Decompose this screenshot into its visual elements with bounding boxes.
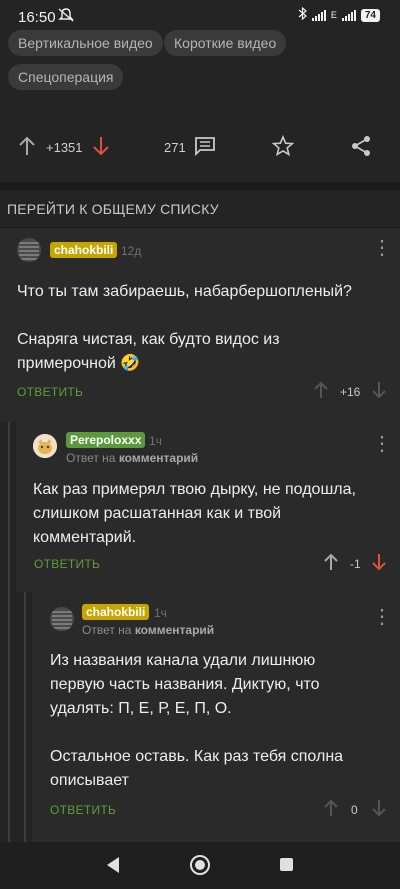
comment-username[interactable]: chahokbili	[50, 242, 118, 258]
upvote-icon[interactable]	[314, 381, 328, 404]
downvote-icon[interactable]	[372, 553, 386, 576]
comment-line: Снаряга чистая, как будто видос из	[17, 331, 280, 348]
reply-to-link[interactable]: комментарий	[119, 451, 198, 465]
comment-line: примерочной 🤣	[17, 355, 141, 372]
reply-button[interactable]: ОТВЕТИТЬ	[34, 557, 100, 571]
downvote-icon[interactable]	[372, 799, 386, 822]
upvote-icon[interactable]	[18, 136, 36, 161]
bluetooth-icon	[298, 6, 307, 23]
home-icon[interactable]	[189, 854, 211, 881]
section-divider	[0, 182, 400, 190]
post-action-bar: +1351 271	[0, 124, 400, 168]
tag-special-operation[interactable]: Спецоперация	[8, 64, 124, 90]
thread-line	[8, 422, 10, 842]
reply-to-link[interactable]: комментарий	[135, 623, 214, 637]
comment-time: 1ч	[149, 434, 162, 448]
comment-2: Perepoloxxx 1ч Ответ на комментарий ⋮ Ка…	[16, 422, 400, 592]
comment-username[interactable]: chahokbili	[82, 604, 150, 620]
comments-icon[interactable]	[194, 136, 216, 161]
signal-icon	[311, 9, 326, 21]
comment-line: Как раз примерял твою дырку, не подошла,	[33, 481, 356, 498]
share-icon[interactable]	[350, 135, 372, 162]
status-bar: 16:50 E 74	[0, 0, 400, 28]
tag-short-videos[interactable]: Короткие видео	[164, 30, 287, 56]
reply-to: Ответ на комментарий	[82, 623, 214, 637]
more-options-icon[interactable]: ⋮	[372, 238, 392, 258]
upvote-icon[interactable]	[324, 799, 338, 822]
comment-line: описывает	[50, 772, 129, 789]
battery-indicator: 74	[360, 8, 380, 22]
network-type: E	[330, 10, 337, 20]
tag-vertical-video[interactable]: Вертикальное видео	[8, 30, 163, 56]
avatar[interactable]	[17, 238, 41, 262]
comment-text: Что ты там забираешь, набарбершопленый? …	[17, 280, 387, 376]
comment-line: удалять: П, Е, Р, Е, П, О.	[50, 700, 232, 717]
more-options-icon[interactable]: ⋮	[372, 434, 392, 454]
comment-rating: -1	[350, 557, 361, 571]
avatar[interactable]	[50, 607, 74, 631]
signal-icon-2	[341, 9, 356, 21]
downvote-icon[interactable]	[372, 381, 386, 404]
recents-icon[interactable]	[279, 857, 294, 877]
comment-text: Из названия канала удали лишнюю первую ч…	[50, 649, 390, 793]
comment-line: Что ты там забираешь, набарбершопленый?	[17, 283, 352, 300]
mute-icon	[58, 8, 74, 25]
comment-line: первую часть названия. Диктую, что	[50, 676, 320, 693]
comment-line: комментарий.	[33, 529, 137, 546]
back-icon[interactable]	[105, 856, 121, 879]
comment-rating: 0	[351, 803, 358, 817]
comment-line: слишком расшатанная как и твой	[33, 505, 282, 522]
comments-count: 271	[164, 140, 186, 155]
downvote-icon[interactable]	[92, 136, 110, 161]
system-nav-bar	[0, 842, 400, 889]
comment-time: 1ч	[154, 606, 167, 620]
comment-line: Из названия канала удали лишнюю	[50, 652, 316, 669]
reply-button[interactable]: ОТВЕТИТЬ	[50, 803, 116, 817]
reply-button[interactable]: ОТВЕТИТЬ	[17, 385, 83, 399]
comment-line: Остальное оставь. Как раз тебя сполна	[50, 748, 344, 765]
comment-rating: +16	[340, 385, 361, 399]
upvote-icon[interactable]	[324, 553, 338, 576]
comment-text: Как раз примерял твою дырку, не подошла,…	[33, 478, 393, 550]
status-icons: E 74	[298, 6, 380, 23]
comment-1: chahokbili 12д ⋮ Что ты там забираешь, н…	[0, 228, 400, 422]
comment-username[interactable]: Perepoloxxx	[66, 432, 146, 448]
comment-3: chahokbili 1ч Ответ на комментарий ⋮ Из …	[32, 592, 400, 842]
comment-time: 12д	[121, 244, 142, 258]
goto-list-link[interactable]: ПЕРЕЙТИ К ОБЩЕМУ СПИСКУ	[7, 201, 219, 217]
status-time: 16:50	[18, 9, 56, 26]
more-options-icon[interactable]: ⋮	[372, 607, 392, 627]
post-rating: +1351	[46, 140, 83, 155]
avatar[interactable]	[33, 434, 57, 458]
reply-to-prefix: Ответ на	[82, 623, 132, 637]
bookmark-star-icon[interactable]	[271, 134, 295, 162]
reply-to: Ответ на комментарий	[66, 451, 198, 465]
reply-to-prefix: Ответ на	[66, 451, 116, 465]
thread-line	[24, 592, 26, 842]
